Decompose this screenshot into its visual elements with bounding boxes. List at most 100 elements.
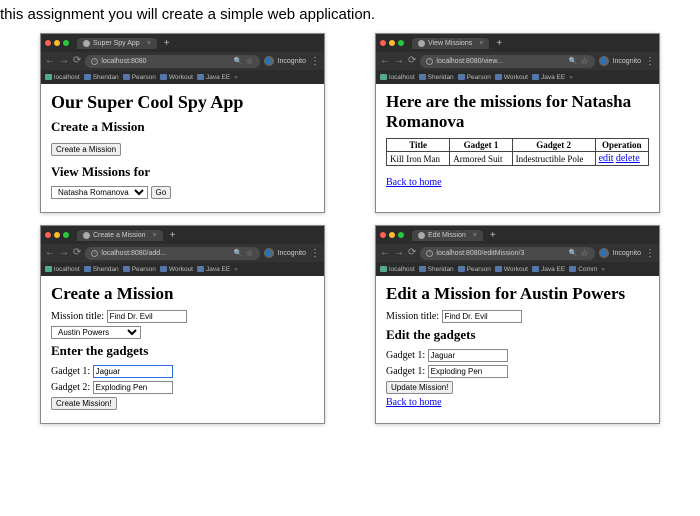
window-minimize-icon[interactable]	[54, 40, 60, 46]
create-mission-submit[interactable]: Create Mission!	[51, 397, 117, 410]
back-home-link[interactable]: Back to home	[386, 177, 442, 188]
search-icon[interactable]: 🔍	[569, 249, 578, 257]
bookmark-item[interactable]: Workout	[160, 266, 193, 273]
forward-icon[interactable]: →	[59, 248, 69, 258]
browser-tab[interactable]: Super Spy App ×	[77, 38, 157, 49]
site-info-icon[interactable]: i	[426, 58, 433, 65]
bookmark-item[interactable]: Pearson	[123, 266, 156, 273]
site-info-icon[interactable]: i	[91, 58, 98, 65]
new-tab-button[interactable]: +	[167, 230, 179, 241]
bookmark-item[interactable]: Pearson	[123, 74, 156, 81]
browser-menu-icon[interactable]: ⋮	[645, 248, 655, 259]
tab-close-icon[interactable]: ×	[473, 232, 477, 239]
search-icon[interactable]: 🔍	[234, 57, 243, 65]
reload-icon[interactable]: ⟳	[408, 56, 416, 66]
browser-tab[interactable]: Create a Mission ×	[77, 230, 163, 241]
bookmark-item[interactable]: localhost	[45, 266, 80, 273]
bookmark-star-icon[interactable]: ☆	[246, 248, 254, 259]
gadget2-field[interactable]	[428, 365, 508, 378]
bookmark-item[interactable]: Sheridan	[84, 74, 119, 81]
bookmark-item[interactable]: localhost	[45, 74, 80, 81]
browser-menu-icon[interactable]: ⋮	[645, 56, 655, 67]
bookmark-item[interactable]: Java EE	[532, 74, 565, 81]
browser-tab[interactable]: Edit Mission ×	[412, 230, 483, 241]
bookmark-item[interactable]: Workout	[495, 266, 528, 273]
cell-title: Kill Iron Man	[387, 152, 450, 166]
window-close-icon[interactable]	[380, 40, 386, 46]
gadget2-field[interactable]	[93, 381, 173, 394]
address-bar[interactable]: i localhost:8080/view... 🔍 ☆	[420, 55, 594, 68]
new-tab-button[interactable]: +	[487, 230, 499, 241]
forward-icon[interactable]: →	[59, 56, 69, 66]
bookmark-item[interactable]: Comm	[569, 266, 597, 273]
bookmark-item[interactable]: Workout	[160, 74, 193, 81]
bookmarks-overflow-icon[interactable]	[601, 266, 605, 273]
reload-icon[interactable]: ⟳	[73, 248, 81, 258]
search-icon[interactable]: 🔍	[569, 57, 578, 65]
delete-link[interactable]: delete	[616, 153, 640, 164]
agent-select[interactable]: Austin Powers	[51, 326, 141, 339]
tab-close-icon[interactable]: ×	[147, 40, 151, 47]
window-close-icon[interactable]	[45, 232, 51, 238]
agent-select[interactable]: Natasha Romanova	[51, 186, 148, 199]
bookmark-star-icon[interactable]: ☆	[246, 56, 254, 67]
reload-icon[interactable]: ⟳	[73, 56, 81, 66]
gadget1-field[interactable]	[93, 365, 173, 378]
bookmark-item[interactable]: Sheridan	[84, 266, 119, 273]
bookmark-item[interactable]: Workout	[495, 74, 528, 81]
window-minimize-icon[interactable]	[389, 232, 395, 238]
window-zoom-icon[interactable]	[398, 40, 404, 46]
window-close-icon[interactable]	[45, 40, 51, 46]
back-icon[interactable]: ←	[380, 56, 390, 66]
browser-tab[interactable]: View Missions ×	[412, 38, 489, 49]
bookmarks-overflow-icon[interactable]	[234, 266, 238, 273]
bookmark-item[interactable]: Java EE	[197, 266, 230, 273]
create-mission-button[interactable]: Create a Mission	[51, 143, 121, 156]
forward-icon[interactable]: →	[394, 56, 404, 66]
forward-icon[interactable]: →	[394, 248, 404, 258]
bookmark-item[interactable]: Pearson	[458, 74, 491, 81]
window-minimize-icon[interactable]	[389, 40, 395, 46]
window-minimize-icon[interactable]	[54, 232, 60, 238]
update-mission-submit[interactable]: Update Mission!	[386, 381, 453, 394]
browser-menu-icon[interactable]: ⋮	[310, 56, 320, 67]
new-tab-button[interactable]: +	[493, 38, 505, 49]
folder-icon	[532, 266, 539, 272]
back-icon[interactable]: ←	[380, 248, 390, 258]
window-zoom-icon[interactable]	[63, 232, 69, 238]
bookmarks-overflow-icon[interactable]	[234, 74, 238, 81]
address-bar[interactable]: i localhost:8080 🔍 ☆	[85, 55, 259, 68]
bookmark-item[interactable]: Sheridan	[419, 74, 454, 81]
edit-link[interactable]: edit	[599, 153, 614, 164]
bookmark-item[interactable]: Java EE	[532, 266, 565, 273]
back-home-link[interactable]: Back to home	[386, 397, 442, 408]
back-icon[interactable]: ←	[45, 56, 55, 66]
window-close-icon[interactable]	[380, 232, 386, 238]
address-bar[interactable]: i localhost:8080/editMission/3 🔍 ☆	[420, 247, 594, 260]
site-info-icon[interactable]: i	[91, 250, 98, 257]
bookmark-item[interactable]: localhost	[380, 266, 415, 273]
bookmark-star-icon[interactable]: ☆	[581, 248, 589, 259]
bookmark-item[interactable]: localhost	[380, 74, 415, 81]
address-bar[interactable]: i localhost:8080/add... 🔍 ☆	[85, 247, 259, 260]
search-icon[interactable]: 🔍	[234, 249, 243, 257]
new-tab-button[interactable]: +	[161, 38, 173, 49]
tab-close-icon[interactable]: ×	[153, 232, 157, 239]
site-info-icon[interactable]: i	[426, 250, 433, 257]
mission-title-field[interactable]	[442, 310, 522, 323]
bookmark-item[interactable]: Pearson	[458, 266, 491, 273]
browser-menu-icon[interactable]: ⋮	[310, 248, 320, 259]
folder-icon	[419, 74, 426, 80]
gadget1-field[interactable]	[428, 349, 508, 362]
bookmark-item[interactable]: Sheridan	[419, 266, 454, 273]
reload-icon[interactable]: ⟳	[408, 248, 416, 258]
bookmark-star-icon[interactable]: ☆	[581, 56, 589, 67]
window-zoom-icon[interactable]	[63, 40, 69, 46]
mission-title-field[interactable]	[107, 310, 187, 323]
window-zoom-icon[interactable]	[398, 232, 404, 238]
tab-close-icon[interactable]: ×	[479, 40, 483, 47]
back-icon[interactable]: ←	[45, 248, 55, 258]
bookmark-item[interactable]: Java EE	[197, 74, 230, 81]
bookmarks-overflow-icon[interactable]	[569, 74, 573, 81]
go-button[interactable]: Go	[151, 186, 172, 199]
